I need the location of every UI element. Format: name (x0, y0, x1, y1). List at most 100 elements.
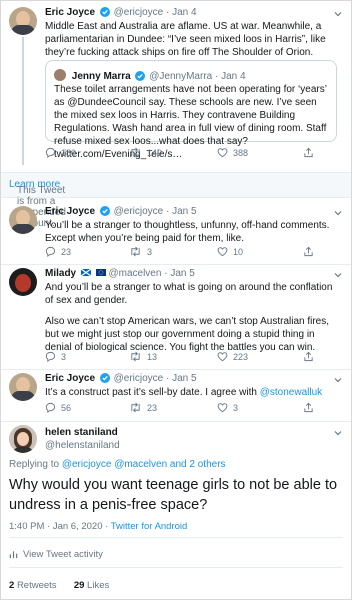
tweet[interactable]: Milady @macelven · Jan 5 And you’ll be a… (1, 265, 351, 370)
tweet-header: Eric Joyce @ericjoyce · Jan 4 (45, 7, 197, 18)
like-count: 3 (233, 402, 239, 413)
quoted-header: Jenny Marra @JennyMarra · Jan 4 (54, 69, 246, 82)
retweet-button[interactable]: 149 (129, 147, 162, 158)
retweet-count: 13 (147, 351, 158, 362)
author-handle[interactable]: @helenstaniland (45, 439, 120, 452)
share-button[interactable] (303, 147, 314, 158)
retweet-button[interactable]: 23 (129, 402, 157, 413)
suspended-notice: This Tweet is from a suspended account. … (1, 172, 351, 229)
like-icon (217, 148, 228, 158)
tweet[interactable]: Eric Joyce @ericjoyce · Jan 5 It’s a con… (1, 370, 351, 420)
others-link[interactable]: and 2 others (167, 459, 226, 470)
chevron-down-icon[interactable] (333, 428, 343, 438)
mention-link[interactable]: @stonewalluk (260, 387, 322, 398)
author-name[interactable]: Eric Joyce (45, 373, 95, 384)
quoted-date: Jan 4 (221, 71, 246, 82)
engagement-stats: 2 Retweets 29 Likes (9, 580, 109, 591)
tweet-header: Milady @macelven · Jan 5 (45, 268, 195, 279)
avatar[interactable] (9, 7, 37, 35)
author-handle[interactable]: @ericjoyce (114, 206, 164, 217)
reply-count: 3 (61, 351, 67, 362)
avatar (54, 69, 66, 81)
chevron-down-icon[interactable] (333, 375, 343, 385)
reply-icon (45, 246, 56, 257)
quoted-author-handle: @JennyMarra (149, 71, 213, 82)
like-icon (217, 352, 228, 362)
main-tweet-text: Why would you want teenage girls to not … (9, 477, 338, 513)
like-icon (217, 403, 228, 413)
source-link[interactable]: Twitter for Android (111, 521, 188, 532)
tweet-actions: 180 149 388 (45, 147, 335, 161)
avatar[interactable] (9, 206, 37, 234)
verified-icon (99, 7, 110, 17)
reply-button[interactable]: 3 (45, 351, 66, 362)
retweets-stat[interactable]: 2 Retweets (9, 580, 57, 591)
avatar[interactable] (9, 268, 37, 296)
retweet-count: 3 (147, 246, 153, 257)
share-button[interactable] (303, 402, 314, 413)
flag-scotland-icon (80, 269, 91, 276)
quoted-author-name: Jenny Marra (71, 71, 131, 82)
like-count: 223 (233, 351, 249, 362)
author-handle[interactable]: @ericjoyce (114, 7, 164, 18)
verified-icon (99, 206, 110, 216)
author-handle[interactable]: @macelven (108, 268, 161, 279)
reply-button[interactable]: 23 (45, 246, 71, 257)
tweet-date[interactable]: Jan 5 (170, 268, 194, 279)
share-icon (304, 246, 313, 257)
tweet[interactable]: Eric Joyce @ericjoyce · Jan 4 Middle Eas… (1, 1, 351, 166)
tweet-text: You’ll be a stranger to thoughtless, unf… (45, 220, 330, 244)
tweet-actions: 3 13 223 (45, 351, 335, 365)
divider (9, 537, 343, 538)
like-button[interactable]: 10 (217, 246, 243, 257)
author-name[interactable]: helen staniland (45, 426, 120, 439)
like-button[interactable]: 3 (217, 402, 238, 413)
tweet-date[interactable]: Jan 4 (172, 7, 196, 18)
share-icon (304, 402, 313, 413)
view-activity-button[interactable]: View Tweet activity (9, 549, 103, 560)
avatar[interactable] (9, 373, 37, 401)
tweet-date[interactable]: Jan 5 (172, 206, 196, 217)
avatar[interactable] (9, 425, 37, 453)
reply-icon (45, 351, 56, 362)
share-icon (304, 147, 313, 158)
like-count: 10 (233, 246, 244, 257)
author-name[interactable]: Eric Joyce (45, 7, 95, 18)
author-handle[interactable]: @ericjoyce (114, 373, 164, 384)
chevron-down-icon[interactable] (333, 9, 343, 19)
replying-to-link[interactable]: @ericjoyce @macelven (62, 459, 167, 470)
main-tweet-header: helen staniland @helenstaniland (45, 426, 120, 452)
author-name[interactable]: Milady (45, 268, 76, 279)
likes-stat[interactable]: 29 Likes (74, 580, 109, 591)
like-button[interactable]: 388 (217, 147, 248, 158)
retweet-icon (131, 246, 140, 257)
tweet-actions: 23 3 10 (45, 246, 335, 260)
author-name[interactable]: Eric Joyce (45, 206, 95, 217)
thread-line (22, 37, 24, 165)
chevron-down-icon[interactable] (333, 208, 343, 218)
conversation-thread: Eric Joyce @ericjoyce · Jan 4 Middle Eas… (0, 0, 352, 600)
verified-icon (135, 71, 146, 81)
analytics-icon (9, 551, 18, 559)
share-button[interactable] (303, 246, 314, 257)
tweet-timestamp: 1:40 PM · Jan 6, 2020 · Twitter for Andr… (9, 521, 188, 532)
main-tweet: helen staniland @helenstaniland Replying… (1, 422, 351, 599)
chevron-down-icon[interactable] (333, 270, 343, 280)
tweet-actions: 56 23 3 (45, 402, 335, 416)
verified-icon (99, 373, 110, 383)
share-button[interactable] (303, 351, 314, 362)
retweet-count: 23 (147, 402, 158, 413)
retweet-button[interactable]: 3 (129, 246, 152, 257)
retweet-button[interactable]: 13 (129, 351, 157, 362)
reply-button[interactable]: 180 (45, 147, 76, 158)
flag-eu-icon (95, 269, 106, 276)
tweet-date[interactable]: Jan 5 (172, 373, 196, 384)
reply-button[interactable]: 56 (45, 402, 71, 413)
tweet[interactable]: Eric Joyce @ericjoyce · Jan 5 You’ll be … (1, 203, 351, 267)
reply-count: 23 (61, 246, 72, 257)
like-icon (217, 247, 228, 257)
reply-count: 56 (61, 402, 72, 413)
quoted-tweet[interactable]: Jenny Marra @JennyMarra · Jan 4 These to… (45, 60, 337, 160)
like-button[interactable]: 223 (217, 351, 248, 362)
tweet-text: And you’ll be a stranger to what is goin… (45, 282, 333, 353)
